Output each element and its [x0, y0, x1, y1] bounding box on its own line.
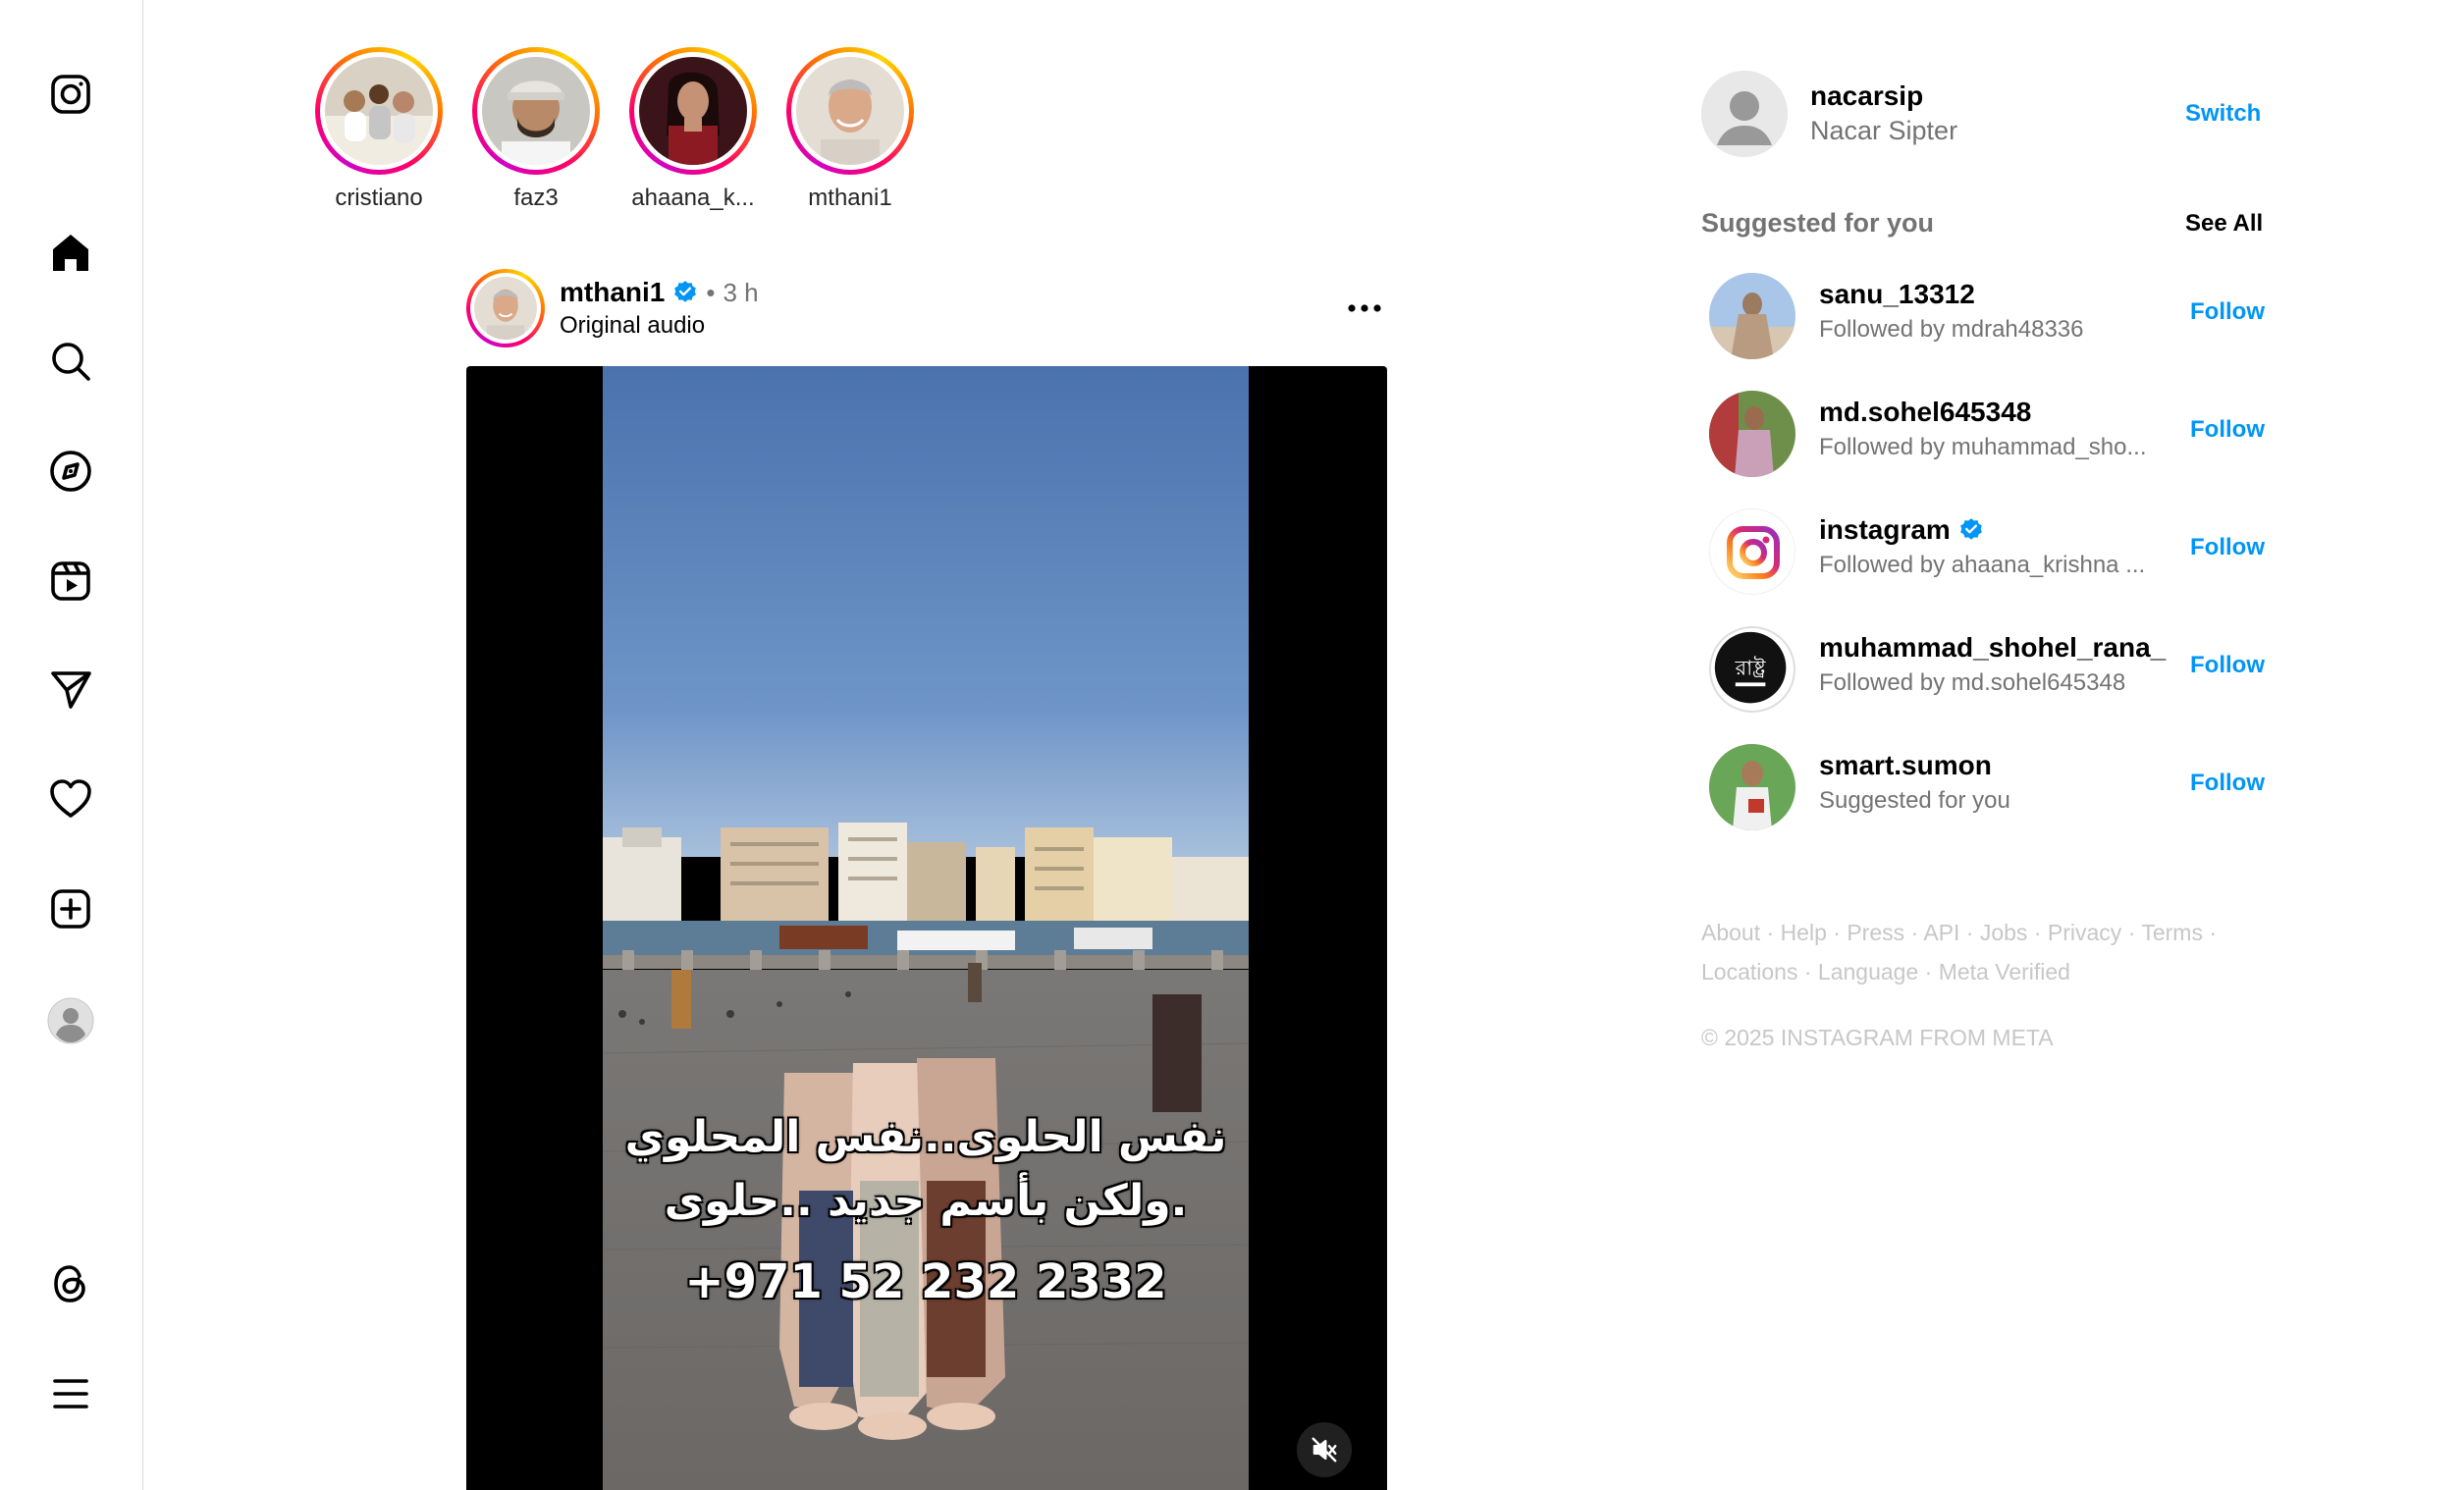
- story-username: cristiano: [335, 185, 423, 211]
- search-icon[interactable]: [47, 338, 94, 385]
- follow-button[interactable]: Follow: [2190, 298, 2265, 326]
- story-cristiano[interactable]: cristiano: [300, 47, 457, 212]
- follow-button[interactable]: Follow: [2190, 534, 2265, 561]
- footer-link-privacy[interactable]: Privacy: [2048, 920, 2121, 945]
- suggestion-row: smart.sumon Suggested for you Follow: [1709, 744, 2269, 832]
- suggestion-row: রাষ্ট্র muhammad_shohel_rana_ Followed b…: [1709, 626, 2269, 715]
- suggestion-avatar[interactable]: [1709, 273, 1795, 359]
- verified-badge-icon: [1958, 517, 1984, 543]
- story-ahaana[interactable]: ahaana_k...: [615, 47, 772, 212]
- suggestion-subtitle: Followed by ahaana_krishna ...: [1819, 552, 2146, 578]
- footer-link-help[interactable]: Help: [1781, 920, 1827, 945]
- post-author-avatar[interactable]: [466, 269, 545, 347]
- instagram-logo-icon[interactable]: [47, 71, 94, 118]
- muted-audio-icon[interactable]: [1297, 1422, 1352, 1477]
- threads-icon[interactable]: [47, 1260, 94, 1307]
- see-all-button[interactable]: See All: [2185, 210, 2263, 238]
- footer-link-language[interactable]: Language: [1818, 959, 1918, 984]
- story-avatar: [796, 57, 904, 165]
- current-username[interactable]: nacarsip: [1810, 80, 1923, 112]
- footer-link-meta-verified[interactable]: Meta Verified: [1939, 959, 2070, 984]
- footer-link-about[interactable]: About: [1701, 920, 1760, 945]
- video-overlay-line1: نفس الحلوى..نفس المحلوي: [624, 1112, 1227, 1162]
- video-overlay-line2: ولكن بأسم جديد ..حلوى.: [664, 1176, 1188, 1226]
- suggestion-row: instagram Followed by ahaana_krishna ...…: [1709, 508, 2269, 597]
- switch-account-button[interactable]: Switch: [2185, 100, 2261, 128]
- current-user-avatar[interactable]: [1701, 71, 1788, 157]
- more-options-icon[interactable]: [1343, 291, 1386, 326]
- suggestion-avatar[interactable]: [1709, 508, 1795, 595]
- copyright: © 2025 INSTAGRAM FROM META: [1701, 1025, 2054, 1050]
- footer-link-jobs[interactable]: Jobs: [1980, 920, 2028, 945]
- home-icon[interactable]: [47, 230, 94, 277]
- follow-button[interactable]: Follow: [2190, 652, 2265, 679]
- suggestion-subtitle: Followed by muhammad_sho...: [1819, 434, 2147, 460]
- post-separator: •: [706, 277, 716, 307]
- create-plus-icon[interactable]: [47, 885, 94, 932]
- instagram-home: { "nav": { "items": [ {"icon": "instagra…: [0, 0, 2464, 1490]
- footer-separator: ·: [1833, 920, 1841, 945]
- footer-separator: ·: [1803, 959, 1812, 984]
- footer-separator: ·: [2209, 920, 2218, 945]
- story-avatar: [482, 57, 590, 165]
- suggestion-subtitle: Followed by md.sohel645348: [1819, 669, 2126, 696]
- reels-icon[interactable]: [47, 558, 94, 605]
- suggestion-row: sanu_13312 Followed by mdrah48336 Follow: [1709, 273, 2269, 361]
- post-header: mthani1 • 3 h: [560, 277, 759, 308]
- follow-button[interactable]: Follow: [2190, 770, 2265, 797]
- footer-links: About · Help · Press · API · Jobs · Priv…: [1701, 913, 2290, 991]
- profile-avatar-icon[interactable]: [47, 997, 94, 1044]
- suggestion-username[interactable]: md.sohel645348: [1819, 397, 2031, 428]
- suggestion-username[interactable]: instagram: [1819, 514, 1951, 546]
- svg-text:রাষ্ট্র: রাষ্ট্র: [1735, 657, 1767, 680]
- explore-compass-icon[interactable]: [47, 448, 94, 495]
- follow-button[interactable]: Follow: [2190, 416, 2265, 444]
- footer-separator: ·: [2127, 920, 2136, 945]
- post-time: 3 h: [723, 277, 759, 307]
- suggestion-avatar[interactable]: [1709, 391, 1795, 477]
- suggestion-username[interactable]: smart.sumon: [1819, 750, 1992, 781]
- video-overlay-phone: +971 52 232 2332: [684, 1254, 1167, 1309]
- story-username: mthani1: [808, 185, 892, 211]
- left-navigation: [0, 0, 143, 1490]
- notifications-heart-icon[interactable]: [47, 775, 94, 823]
- video-frame: نفس الحلوى..نفس المحلوي ولكن بأسم جديد .…: [603, 366, 1249, 1490]
- story-avatar: [325, 57, 433, 165]
- story-username: faz3: [513, 185, 559, 211]
- suggestion-username[interactable]: sanu_13312: [1819, 279, 1975, 310]
- verified-badge-icon: [672, 280, 698, 305]
- messages-send-icon[interactable]: [47, 665, 94, 713]
- suggestion-subtitle: Suggested for you: [1819, 787, 2010, 814]
- footer-link-press[interactable]: Press: [1847, 920, 1904, 945]
- footer-separator: ·: [1965, 920, 1974, 945]
- footer-link-locations[interactable]: Locations: [1701, 959, 1797, 984]
- footer-separator: ·: [2033, 920, 2042, 945]
- footer-separator: ·: [1766, 920, 1775, 945]
- story-mthani1[interactable]: mthani1: [772, 47, 929, 212]
- footer-link-terms[interactable]: Terms: [2141, 920, 2203, 945]
- suggestion-avatar[interactable]: রাষ্ট্র: [1709, 626, 1795, 713]
- post-audio-label[interactable]: Original audio: [560, 312, 705, 340]
- suggestion-subtitle: Followed by mdrah48336: [1819, 316, 2084, 343]
- footer-separator: ·: [1924, 959, 1933, 984]
- footer-separator: ·: [1910, 920, 1919, 945]
- story-faz3[interactable]: faz3: [457, 47, 615, 212]
- footer-link-api[interactable]: API: [1923, 920, 1959, 945]
- suggestion-avatar[interactable]: [1709, 744, 1795, 830]
- current-user-full-name: Nacar Sipter: [1810, 116, 1958, 145]
- more-menu-icon[interactable]: [47, 1370, 94, 1417]
- suggestion-row: md.sohel645348 Followed by muhammad_sho.…: [1709, 391, 2269, 479]
- post-username[interactable]: mthani1: [560, 277, 665, 308]
- suggestions-title: Suggested for you: [1701, 208, 1935, 238]
- suggestion-username[interactable]: muhammad_shohel_rana_: [1819, 632, 2166, 664]
- post-video[interactable]: نفس الحلوى..نفس المحلوي ولكن بأسم جديد .…: [466, 366, 1387, 1490]
- story-username: ahaana_k...: [631, 185, 755, 211]
- story-avatar: [639, 57, 747, 165]
